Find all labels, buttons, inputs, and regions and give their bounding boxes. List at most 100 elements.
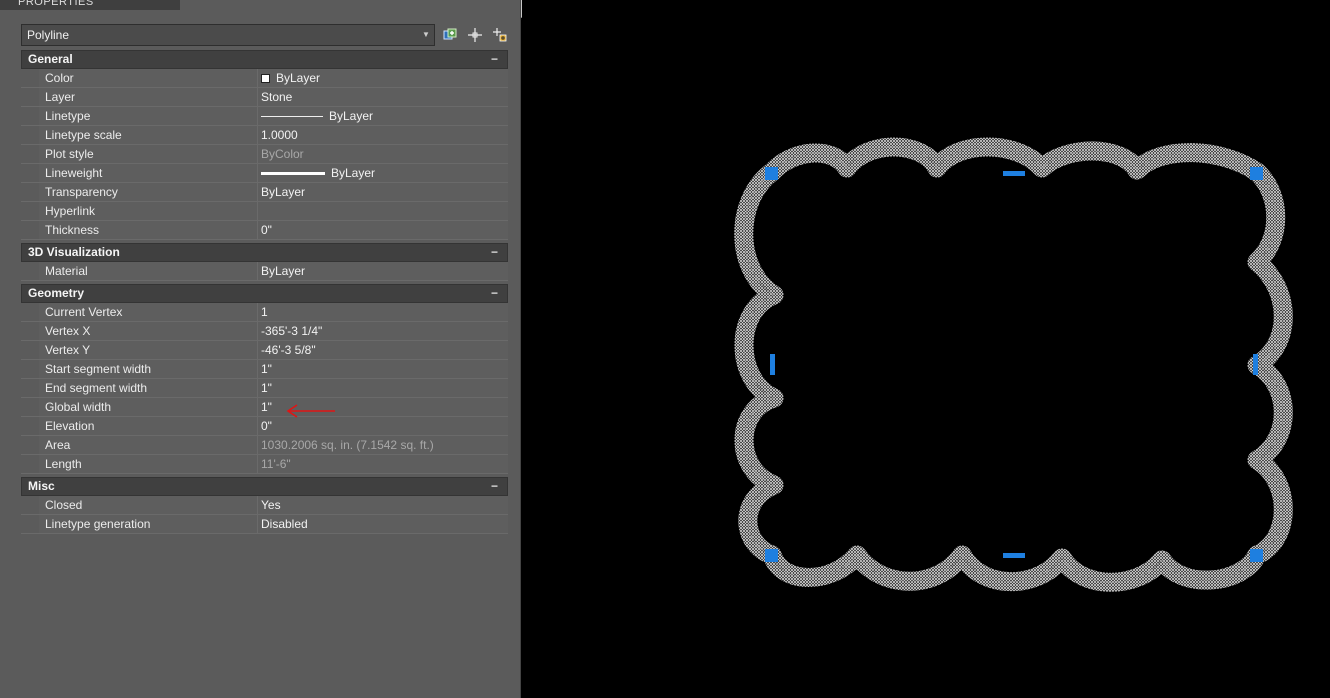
- section-header[interactable]: 3D Visualization −: [21, 243, 508, 262]
- row-gutter: [21, 398, 39, 416]
- property-value-cell[interactable]: ByLayer: [258, 69, 508, 87]
- grip-midpoint-right[interactable]: [1253, 354, 1258, 375]
- property-row-transparency[interactable]: Transparency ByLayer: [21, 183, 508, 202]
- property-value-cell[interactable]: [258, 202, 508, 220]
- property-value-cell[interactable]: Stone: [258, 88, 508, 106]
- property-value-cell[interactable]: 1": [258, 360, 508, 378]
- property-value-cell[interactable]: ByLayer: [258, 262, 508, 280]
- property-label: Transparency: [39, 183, 258, 201]
- grip-corner-bottom-right[interactable]: [1250, 549, 1263, 562]
- property-value-cell: ByColor: [258, 145, 508, 163]
- property-value-cell[interactable]: 1": [258, 379, 508, 397]
- property-row-thickness[interactable]: Thickness 0": [21, 221, 508, 240]
- section-header[interactable]: Geometry −: [21, 284, 508, 303]
- grip-corner-top-right[interactable]: [1250, 167, 1263, 180]
- row-gutter: [21, 515, 39, 533]
- property-label: End segment width: [39, 379, 258, 397]
- property-value: Yes: [261, 498, 281, 512]
- property-row-area[interactable]: Area 1030.2006 sq. in. (7.1542 sq. ft.): [21, 436, 508, 455]
- object-type-select[interactable]: Polyline ▼: [21, 24, 435, 46]
- collapse-icon[interactable]: −: [491, 478, 498, 495]
- section-title: Geometry: [28, 286, 85, 300]
- row-gutter: [21, 436, 39, 454]
- property-value: Stone: [261, 90, 293, 104]
- row-gutter: [21, 126, 39, 144]
- property-row-lineweight[interactable]: Lineweight ByLayer: [21, 164, 508, 183]
- grip-midpoint-bottom[interactable]: [1003, 553, 1025, 558]
- property-value-cell[interactable]: ByLayer: [258, 183, 508, 201]
- property-row-plot-style[interactable]: Plot style ByColor: [21, 145, 508, 164]
- property-label: Layer: [39, 88, 258, 106]
- property-value-cell[interactable]: Yes: [258, 496, 508, 514]
- section-geometry: Geometry − Current Vertex 1 Vertex X -365'-3 …: [21, 284, 508, 474]
- property-label: Start segment width: [39, 360, 258, 378]
- property-value: ByLayer: [261, 264, 306, 278]
- property-row-closed[interactable]: Closed Yes: [21, 496, 508, 515]
- property-value-cell[interactable]: 1.0000: [258, 126, 508, 144]
- property-row-elevation[interactable]: Elevation 0": [21, 417, 508, 436]
- select-objects-button[interactable]: [466, 26, 484, 44]
- property-grid: General − Color ByLayer Layer Stone Linetype By…: [21, 50, 508, 537]
- property-row-end-segment-width[interactable]: End segment width 1": [21, 379, 508, 398]
- row-gutter: [21, 221, 39, 239]
- pickadd-icon: [443, 28, 457, 40]
- property-row-material[interactable]: Material ByLayer: [21, 262, 508, 281]
- property-value: 1": [261, 400, 272, 414]
- cloud-polyline-band[interactable]: [734, 137, 1293, 592]
- property-value-cell[interactable]: ByLayer: [258, 164, 508, 182]
- property-row-start-segment-width[interactable]: Start segment width 1": [21, 360, 508, 379]
- drawing-canvas[interactable]: [522, 0, 1330, 698]
- property-value: ByLayer: [331, 166, 376, 180]
- row-gutter: [21, 322, 39, 340]
- property-row-linetype-scale[interactable]: Linetype scale 1.0000: [21, 126, 508, 145]
- quick-select-button[interactable]: [491, 26, 509, 44]
- grip-corner-bottom-left[interactable]: [765, 549, 778, 562]
- collapse-icon[interactable]: −: [491, 285, 498, 302]
- row-gutter: [21, 107, 39, 125]
- collapse-icon[interactable]: −: [491, 244, 498, 261]
- property-row-color[interactable]: Color ByLayer: [21, 69, 508, 88]
- property-value-cell[interactable]: -46'-3 5/8": [258, 341, 508, 359]
- grip-corner-top-left[interactable]: [765, 167, 778, 180]
- property-row-vertex-x[interactable]: Vertex X -365'-3 1/4": [21, 322, 508, 341]
- grip-midpoint-left[interactable]: [770, 354, 775, 375]
- property-label: Material: [39, 262, 258, 280]
- crosshair-icon: [468, 28, 482, 42]
- property-row-length[interactable]: Length 11'-6": [21, 455, 508, 474]
- chevron-down-icon[interactable]: ▼: [421, 25, 431, 45]
- property-value-cell[interactable]: ByLayer: [258, 107, 508, 125]
- property-row-linetype[interactable]: Linetype ByLayer: [21, 107, 508, 126]
- section-header[interactable]: Misc −: [21, 477, 508, 496]
- property-label: Current Vertex: [39, 303, 258, 321]
- row-gutter: [21, 183, 39, 201]
- property-label: Linetype scale: [39, 126, 258, 144]
- grip-midpoint-top[interactable]: [1003, 171, 1025, 176]
- row-gutter: [21, 341, 39, 359]
- property-row-global-width[interactable]: Global width 1": [21, 398, 508, 417]
- property-value-cell[interactable]: -365'-3 1/4": [258, 322, 508, 340]
- property-value-cell[interactable]: 0": [258, 221, 508, 239]
- property-value: 1030.2006 sq. in. (7.1542 sq. ft.): [261, 438, 434, 452]
- row-gutter: [21, 455, 39, 473]
- toggle-pickadd-button[interactable]: [441, 26, 459, 44]
- property-value-cell[interactable]: 0": [258, 417, 508, 435]
- property-value-cell[interactable]: 1: [258, 303, 508, 321]
- property-value: 0": [261, 419, 272, 433]
- section-title: Misc: [28, 479, 55, 493]
- section-header[interactable]: General −: [21, 50, 508, 69]
- section-title: 3D Visualization: [28, 245, 120, 259]
- property-row-hyperlink[interactable]: Hyperlink: [21, 202, 508, 221]
- property-value: ByLayer: [261, 185, 306, 199]
- object-selector-row: Polyline ▼: [21, 24, 511, 46]
- property-row-layer[interactable]: Layer Stone: [21, 88, 508, 107]
- palette-title[interactable]: PROPERTIES: [0, 0, 180, 10]
- property-label: Length: [39, 455, 258, 473]
- property-value-cell[interactable]: Disabled: [258, 515, 508, 533]
- cloud-polyline-drawing: [734, 137, 1293, 592]
- property-row-linetype-generation[interactable]: Linetype generation Disabled: [21, 515, 508, 534]
- row-gutter: [21, 69, 39, 87]
- property-value: 1": [261, 381, 272, 395]
- property-row-vertex-y[interactable]: Vertex Y -46'-3 5/8": [21, 341, 508, 360]
- collapse-icon[interactable]: −: [491, 51, 498, 68]
- property-row-current-vertex[interactable]: Current Vertex 1: [21, 303, 508, 322]
